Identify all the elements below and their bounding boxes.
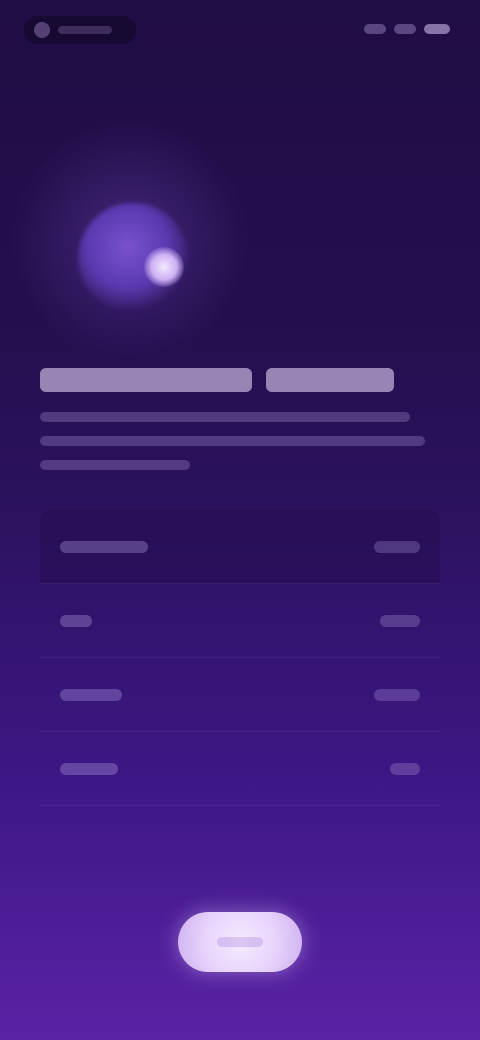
description-line — [40, 460, 190, 470]
status-indicators — [364, 24, 450, 34]
description-line — [40, 436, 425, 446]
app-pill-text — [58, 26, 112, 34]
list-item-label — [60, 614, 92, 627]
signal-icon — [364, 24, 386, 34]
list-item-label — [60, 688, 122, 701]
app-pill[interactable] — [24, 16, 136, 44]
page-description — [40, 412, 440, 484]
app-icon — [34, 22, 50, 38]
list-item[interactable] — [40, 510, 440, 584]
list-item-value — [390, 762, 420, 775]
page-title — [40, 360, 440, 400]
page-title-word — [266, 368, 394, 392]
list-item[interactable] — [40, 732, 440, 806]
list-item-value — [374, 688, 420, 701]
list-item-value — [380, 614, 420, 627]
battery-icon — [424, 24, 450, 34]
wifi-icon — [394, 24, 416, 34]
description-line — [40, 412, 410, 422]
settings-list — [40, 510, 440, 806]
list-item[interactable] — [40, 658, 440, 732]
continue-button-label — [217, 937, 263, 947]
moon-icon — [144, 247, 184, 287]
list-item-label — [60, 540, 148, 553]
hero-illustration — [70, 185, 210, 315]
list-item[interactable] — [40, 584, 440, 658]
continue-button[interactable] — [178, 912, 302, 972]
page-title-word — [40, 368, 252, 392]
list-item-label — [60, 762, 118, 775]
status-bar — [0, 10, 480, 50]
list-item-value — [374, 540, 420, 553]
